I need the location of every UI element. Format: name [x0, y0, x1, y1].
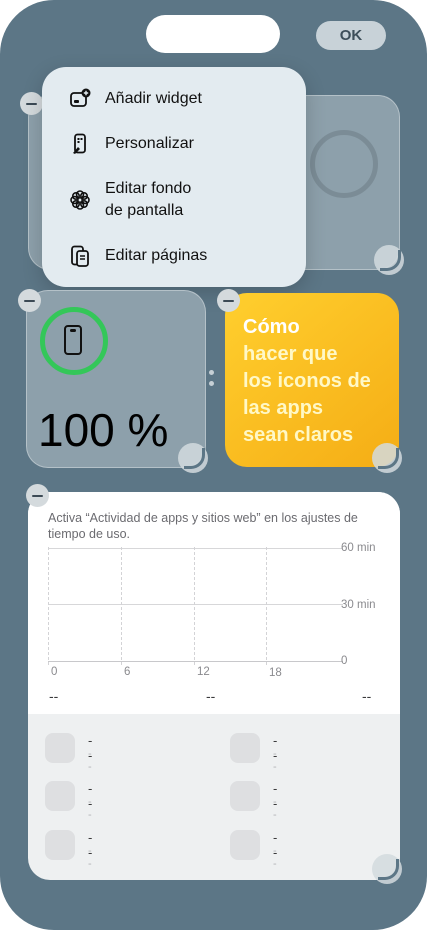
app-usage-item: -- -- [45, 781, 92, 821]
menu-item-add-widget[interactable]: Añadir widget [42, 88, 306, 110]
tip-line: Cómo [243, 316, 300, 338]
menu-label-customize: Personalizar [105, 135, 194, 152]
app-usage-item: -- -- [230, 781, 277, 821]
app-time: -- [273, 845, 277, 870]
menu-label-edit-pages: Editar páginas [105, 247, 208, 264]
app-icon-placeholder [45, 830, 75, 860]
app-icon-placeholder [230, 781, 260, 811]
screen-time-widget[interactable]: Activa “Actividad de apps y sitios web” … [28, 492, 400, 880]
context-menu: Añadir widget Personalizar Editar fondo … [42, 67, 306, 287]
y-tick-label: 0 [341, 655, 348, 667]
app-icon-placeholder [230, 733, 260, 763]
app-time: -- [88, 748, 92, 773]
phone-screen: OK Añadir widget Personalizar Editar fon… [0, 0, 427, 930]
app-time: -- [273, 796, 277, 821]
page-dot [209, 381, 214, 386]
grid-line [48, 548, 343, 549]
x-tick-label: 6 [124, 666, 131, 678]
remove-tips-widget-button[interactable] [217, 289, 240, 312]
app-usage-item: -- -- [230, 830, 277, 870]
grid-line [194, 547, 195, 665]
grid-line [48, 661, 343, 662]
menu-label-edit-wallpaper: Editar fondo de pantalla [105, 180, 192, 219]
screen-time-note: Activa “Actividad de apps y sitios web” … [48, 511, 358, 541]
remove-battery-widget-button[interactable] [18, 289, 41, 312]
app-usage-item: -- -- [45, 830, 92, 870]
grid-line [266, 547, 267, 665]
tip-line: sean claros [243, 424, 354, 446]
menu-label-add-widget: Añadir widget [105, 90, 202, 107]
wallpaper-flower-icon [69, 189, 91, 211]
add-widget-icon [69, 88, 91, 110]
customize-icon [69, 133, 91, 155]
resize-handle-top-widget[interactable] [374, 245, 404, 275]
ok-button[interactable]: OK [316, 21, 386, 50]
tip-line: hacer que [243, 343, 338, 365]
iphone-icon [64, 325, 82, 355]
resize-handle-tips-widget[interactable] [372, 443, 402, 473]
app-usage-item: -- -- [45, 733, 92, 773]
y-tick-label: 60 min [341, 542, 376, 554]
page-indicator [209, 370, 215, 390]
summary-value: -- [206, 688, 216, 704]
app-icon-placeholder [45, 781, 75, 811]
menu-item-edit-wallpaper[interactable]: Editar fondo de pantalla [42, 178, 306, 222]
dynamic-island [146, 15, 280, 53]
x-tick-label: 18 [269, 667, 282, 679]
edit-pages-icon [69, 245, 91, 267]
app-time: -- [88, 845, 92, 870]
y-tick-label: 30 min [341, 599, 376, 611]
top-widget-ring [310, 130, 378, 198]
tip-line: las apps [243, 397, 324, 419]
tip-line: los iconos de [243, 370, 371, 392]
menu-item-customize[interactable]: Personalizar [42, 133, 306, 155]
app-icon-placeholder [230, 830, 260, 860]
app-time: -- [273, 748, 277, 773]
summary-value: -- [362, 688, 372, 704]
resize-handle-battery-widget[interactable] [178, 443, 208, 473]
battery-percentage: 100 % [38, 404, 169, 456]
grid-line [48, 604, 343, 605]
summary-value: -- [49, 688, 59, 704]
page-dot [209, 370, 214, 375]
app-icon-placeholder [45, 733, 75, 763]
resize-handle-screen-time-widget[interactable] [372, 854, 402, 884]
grid-line [121, 547, 122, 665]
menu-item-edit-pages[interactable]: Editar páginas [42, 245, 306, 267]
app-usage-item: -- -- [230, 733, 277, 773]
grid-line [48, 547, 49, 665]
x-tick-label: 12 [197, 666, 210, 678]
remove-screen-time-widget-button[interactable] [26, 484, 49, 507]
app-time: -- [88, 796, 92, 821]
remove-top-widget-button[interactable] [20, 92, 43, 115]
x-tick-label: 0 [51, 666, 58, 678]
